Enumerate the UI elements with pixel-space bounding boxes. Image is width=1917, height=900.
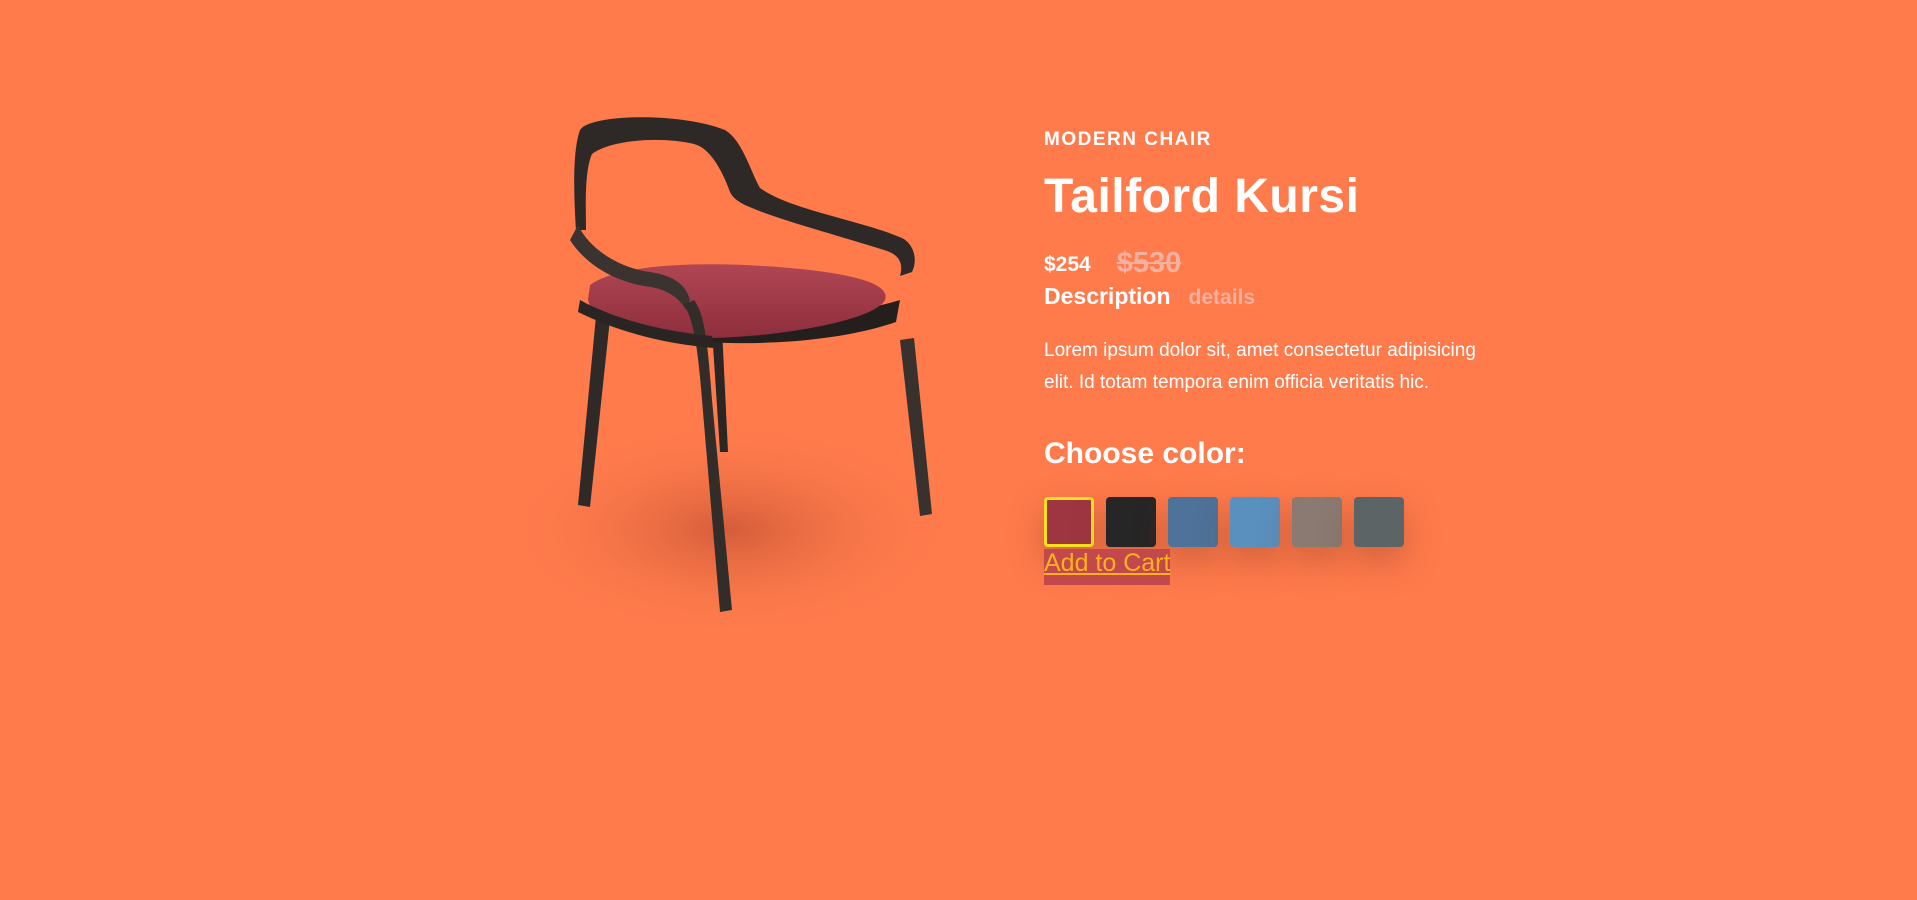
tab-details[interactable]: details <box>1189 283 1256 313</box>
color-swatch-black[interactable] <box>1106 497 1156 547</box>
product-page: MODERN CHAIR Tailford Kursi $254 $530 De… <box>0 0 1917 900</box>
product-description: Lorem ipsum dolor sit, amet consectetur … <box>1044 340 1476 393</box>
tab-description[interactable]: Description <box>1044 281 1171 311</box>
original-price: $530 <box>1116 247 1182 279</box>
current-price: $254 <box>1044 253 1091 276</box>
product-image <box>480 100 980 660</box>
color-swatch-light-blue[interactable] <box>1230 497 1280 547</box>
product-category: MODERN CHAIR <box>1044 129 1212 150</box>
add-to-cart-button[interactable]: Add to Cart <box>1044 549 1171 585</box>
product-info: MODERN CHAIR Tailford Kursi $254 $530 De… <box>1044 125 1514 585</box>
color-swatches <box>1044 497 1514 549</box>
color-swatch-blue-velvet[interactable] <box>1168 497 1218 547</box>
info-tabs: Description details <box>1044 281 1514 313</box>
color-swatch-taupe[interactable] <box>1292 497 1342 547</box>
chair-illustration <box>500 117 960 640</box>
product-title: Tailford Kursi <box>1044 170 1360 223</box>
color-heading: Choose color: <box>1044 437 1246 470</box>
color-swatch-slate[interactable] <box>1354 497 1404 547</box>
price-row: $254 $530 <box>1044 245 1514 279</box>
color-swatch-red[interactable] <box>1044 497 1094 547</box>
